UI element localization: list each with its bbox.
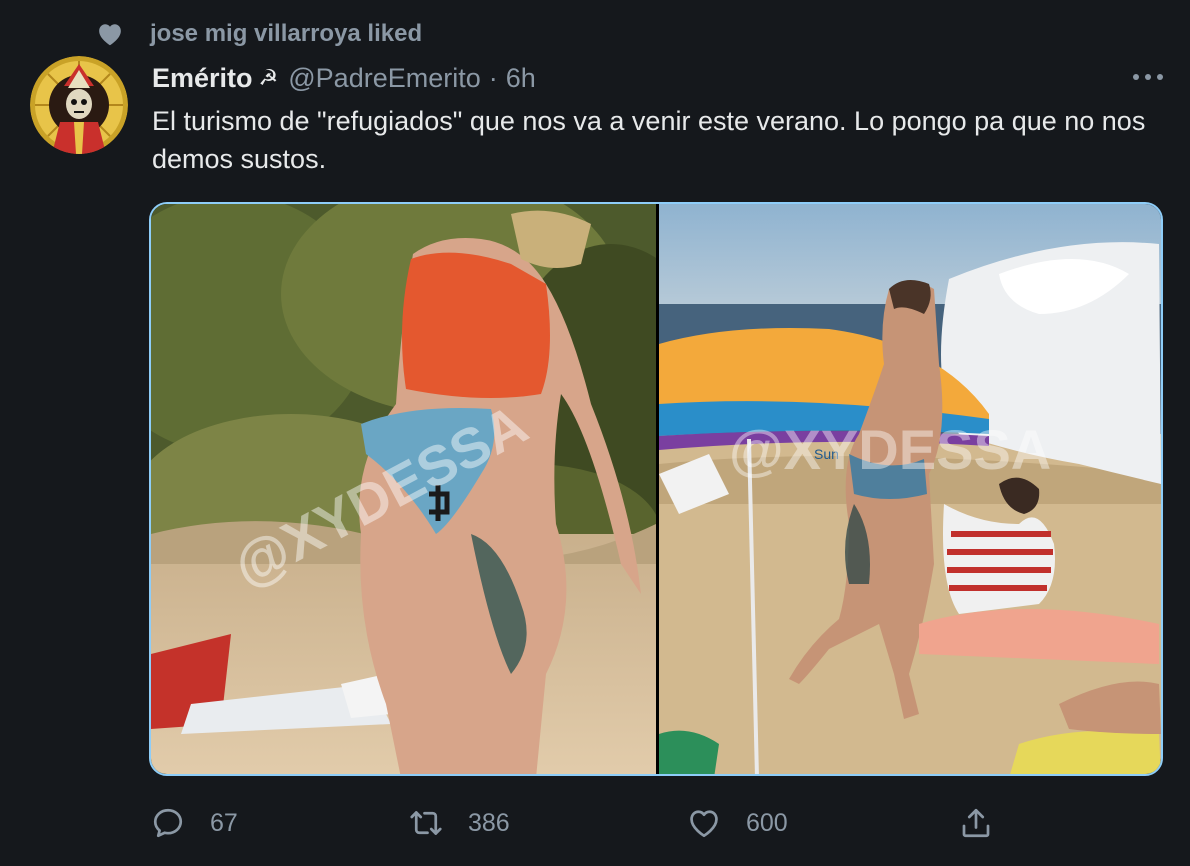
- reply-icon: [153, 808, 183, 838]
- share-button[interactable]: [958, 800, 994, 846]
- heart-icon: [99, 24, 121, 46]
- author-handle[interactable]: @PadreEmerito: [288, 63, 480, 94]
- photo-beach-back-view: @XYDESSA: [151, 204, 656, 774]
- retweet-button[interactable]: 386: [408, 800, 510, 846]
- social-context: jose mig villarroya liked: [96, 18, 422, 50]
- media-photo-1[interactable]: @XYDESSA: [151, 204, 656, 774]
- heart-outline-icon: [690, 810, 718, 838]
- like-button[interactable]: 600: [686, 800, 788, 846]
- tweet-text: El turismo de "refugiados" que nos va a …: [152, 106, 1146, 174]
- hammer-sickle-emoji: ☭: [258, 65, 279, 90]
- like-count: 600: [746, 808, 788, 837]
- more-icon: [1133, 74, 1163, 80]
- reply-button[interactable]: 67: [150, 800, 238, 846]
- separator-dot: ·: [488, 62, 498, 93]
- tweet-media[interactable]: @XYDESSA Sun @XYDESSA: [149, 202, 1163, 776]
- action-bar: 67 386 600: [150, 800, 1010, 846]
- author-display-name[interactable]: Emérito: [152, 63, 253, 94]
- tweet-header: Emérito ☭ @PadreEmerito · 6h: [152, 58, 536, 98]
- avatar-image: [30, 56, 128, 154]
- social-context-text[interactable]: jose mig villarroya liked: [150, 20, 422, 48]
- photo-beach-umbrellas: Sun @XYDESSA: [659, 204, 1161, 774]
- avatar[interactable]: [30, 56, 128, 154]
- watermark-right: @XYDESSA: [729, 418, 1051, 481]
- tweet-timestamp[interactable]: 6h: [506, 63, 536, 94]
- reply-count: 67: [210, 808, 238, 837]
- retweet-count: 386: [468, 808, 510, 837]
- more-options-button[interactable]: [1128, 62, 1168, 92]
- retweet-icon: [410, 811, 442, 835]
- tweet-card[interactable]: jose mig villarroya liked Emérito ☭ @Pad…: [0, 0, 1190, 866]
- media-photo-2[interactable]: Sun @XYDESSA: [659, 204, 1161, 774]
- share-icon: [962, 808, 990, 838]
